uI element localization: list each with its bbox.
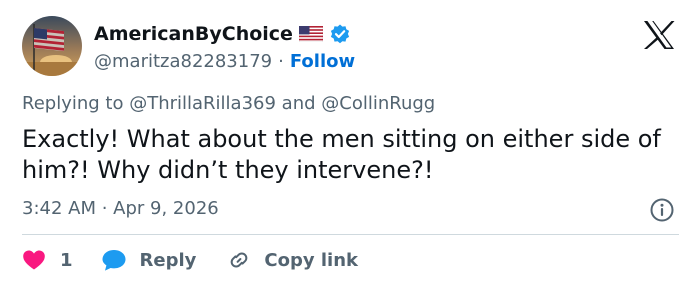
- replying-to-line: Replying to @ThrillaRilla369 and @Collin…: [22, 93, 435, 114]
- copy-link-label: Copy link: [264, 249, 358, 271]
- tweet-text: Exactly! What about the men sitting on e…: [22, 125, 661, 184]
- replying-to-conjunction: and: [275, 93, 322, 114]
- mention-thrillarilla[interactable]: @ThrillaRilla369: [129, 93, 276, 114]
- tweet-card: AmericanByChoice @maritza82283179 · Foll…: [0, 0, 700, 287]
- speech-bubble-icon: [102, 250, 126, 271]
- replying-to-prefix: Replying to: [22, 93, 130, 114]
- reply-button[interactable]: Reply: [101, 248, 197, 272]
- separator-dot: ·: [278, 50, 284, 72]
- author-name-row: AmericanByChoice: [94, 20, 351, 48]
- like-count: 1: [60, 249, 73, 271]
- heart-icon: [23, 250, 45, 270]
- action-bar: 1 Reply Copy link: [22, 245, 358, 275]
- author-display-name[interactable]: AmericanByChoice: [94, 23, 293, 45]
- follow-button[interactable]: Follow: [290, 51, 355, 72]
- divider: [22, 234, 679, 235]
- mention-collinrugg[interactable]: @CollinRugg: [321, 93, 435, 114]
- copy-link-button[interactable]: Copy link: [226, 248, 358, 272]
- info-icon[interactable]: [649, 197, 675, 223]
- reply-label: Reply: [139, 249, 197, 271]
- avatar[interactable]: [22, 16, 82, 76]
- author-handle-row: @maritza82283179 · Follow: [94, 48, 355, 74]
- like-button[interactable]: 1: [22, 249, 73, 271]
- author-handle[interactable]: @maritza82283179: [94, 51, 272, 72]
- x-logo-icon[interactable]: [642, 20, 676, 50]
- verified-badge-icon: [329, 23, 351, 45]
- link-icon: [231, 252, 248, 268]
- us-flag-icon: [298, 25, 324, 43]
- tweet-timestamp[interactable]: 3:42 AM · Apr 9, 2026: [22, 196, 219, 222]
